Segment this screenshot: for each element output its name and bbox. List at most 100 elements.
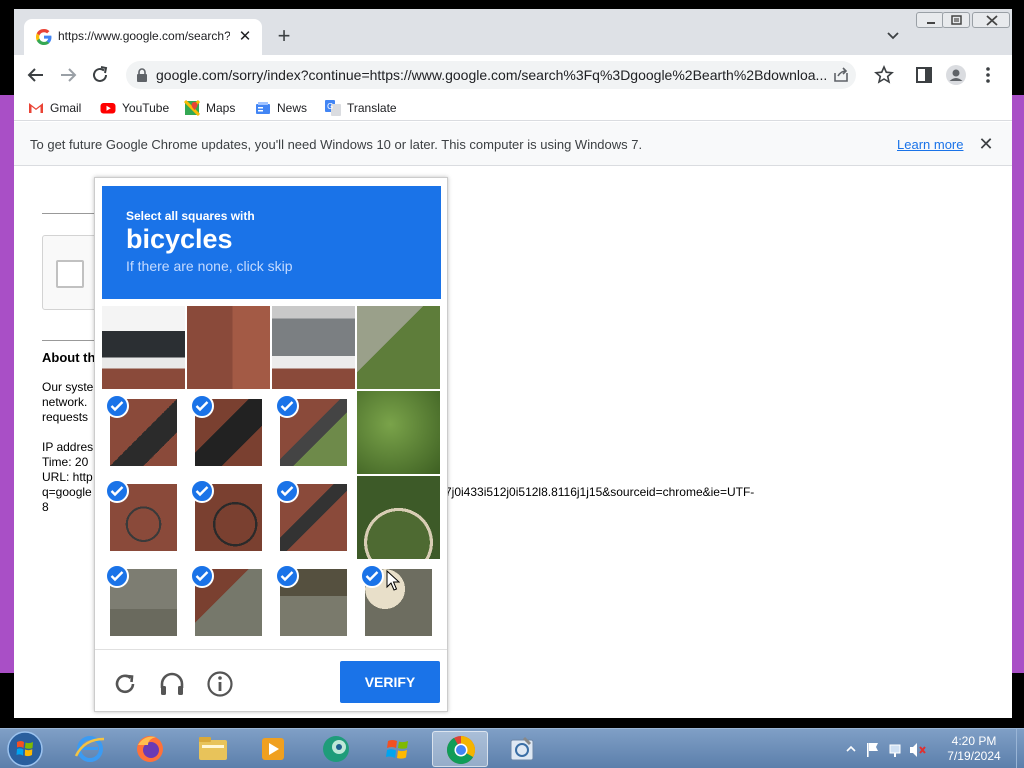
share-icon[interactable]	[832, 67, 850, 83]
taskbar-app[interactable]	[308, 731, 364, 767]
windows-start-button[interactable]	[4, 730, 46, 768]
google-favicon-icon	[36, 29, 52, 45]
taskbar-tools[interactable]	[494, 731, 550, 767]
bookmark-maps[interactable]: Maps	[184, 100, 244, 116]
captcha-hint: If there are none, click skip	[126, 258, 293, 274]
about-text-1: Our syste	[42, 380, 94, 394]
bookmark-star-icon[interactable]	[872, 63, 896, 87]
close-window-icon	[986, 15, 998, 26]
infobar-close-icon[interactable]: ✕	[976, 134, 996, 154]
captcha-tile[interactable]	[357, 476, 440, 559]
tray-expand-icon[interactable]	[846, 745, 856, 752]
reload-icon[interactable]	[88, 63, 112, 87]
bookmark-label: YouTube	[122, 101, 170, 115]
desktop-wallpaper-right	[1010, 95, 1024, 673]
bookmark-label: Maps	[206, 101, 236, 115]
taskbar-media-player[interactable]	[245, 731, 301, 767]
recaptcha-widget	[42, 235, 102, 310]
taskbar-windows-update[interactable]	[370, 731, 426, 767]
captcha-tile-image	[357, 306, 440, 389]
url-query-text: q=google	[42, 485, 92, 499]
checkmark-icon	[105, 479, 129, 503]
bookmark-translate[interactable]: G Translate	[325, 100, 405, 116]
show-desktop-button[interactable]	[1016, 729, 1024, 768]
recaptcha-checkbox[interactable]	[56, 260, 84, 288]
captcha-instruction: Select all squares with	[126, 209, 255, 223]
checkmark-icon	[190, 394, 214, 418]
checkmark-icon	[275, 564, 299, 588]
captcha-tile[interactable]	[187, 306, 270, 389]
side-panel-icon[interactable]	[912, 63, 936, 87]
profile-avatar-icon[interactable]	[944, 63, 968, 87]
toolbar: google.com/sorry/index?continue=https://…	[14, 55, 1012, 95]
ip-address-text: IP addres	[42, 440, 94, 454]
tab-title: https://www.google.com/search?	[58, 29, 230, 43]
about-text-2: network.	[42, 395, 88, 409]
bookmark-youtube[interactable]: YouTube	[100, 100, 176, 116]
url-label-text: URL: http	[42, 470, 93, 484]
taskbar: 4:20 PM 7/19/2024	[0, 728, 1024, 768]
news-icon	[256, 102, 270, 114]
tab-search-chevron-icon[interactable]	[884, 28, 902, 44]
address-bar[interactable]: google.com/sorry/index?continue=https://…	[126, 61, 856, 89]
taskbar-internet-explorer[interactable]	[62, 731, 118, 767]
taskbar-file-explorer[interactable]	[185, 731, 241, 767]
checkmark-icon	[275, 479, 299, 503]
taskbar-clock[interactable]: 4:20 PM 7/19/2024	[932, 734, 1016, 764]
forward-arrow-icon[interactable]	[56, 63, 80, 87]
back-arrow-icon[interactable]	[24, 63, 48, 87]
update-infobar: To get future Google Chrome updates, you…	[14, 122, 1012, 166]
bookmarks-bar: Gmail YouTube Maps News G Translate	[14, 95, 1012, 121]
bookmark-news[interactable]: News	[255, 100, 315, 116]
tab-close-icon[interactable]: ✕	[236, 28, 254, 46]
clock-date: 7/19/2024	[947, 749, 1001, 763]
tab-strip: https://www.google.com/search? ✕ +	[14, 9, 1012, 55]
url-text[interactable]: google.com/sorry/index?continue=https://…	[156, 67, 828, 83]
taskbar-firefox[interactable]	[122, 731, 178, 767]
url-query-end-text: 8	[42, 500, 49, 514]
captcha-tile-image	[357, 476, 440, 559]
verify-button[interactable]: VERIFY	[340, 661, 440, 703]
checkmark-icon	[275, 394, 299, 418]
network-icon[interactable]	[889, 744, 901, 757]
app-icon	[323, 736, 349, 762]
lock-icon[interactable]	[135, 67, 149, 83]
taskbar-chrome[interactable]	[432, 731, 488, 767]
system-tray	[846, 743, 926, 757]
checkmark-icon	[105, 564, 129, 588]
captcha-tile[interactable]	[102, 306, 185, 389]
clock-time: 4:20 PM	[951, 734, 997, 748]
new-tab-button[interactable]: +	[272, 25, 296, 49]
captcha-tile[interactable]	[272, 306, 355, 389]
minimize-button[interactable]	[916, 12, 944, 28]
windows-flag-icon	[386, 740, 408, 759]
close-window-button[interactable]	[972, 12, 1010, 28]
checkmark-icon	[105, 394, 129, 418]
bookmark-label: News	[277, 101, 308, 115]
active-tab[interactable]: https://www.google.com/search? ✕	[24, 19, 262, 55]
youtube-icon	[100, 103, 116, 114]
captcha-tile-image	[102, 306, 185, 389]
bookmark-gmail[interactable]: Gmail	[28, 100, 88, 116]
menu-kebab-icon[interactable]	[976, 63, 1000, 87]
learn-more-link[interactable]: Learn more	[897, 137, 963, 152]
audio-challenge-icon[interactable]	[158, 670, 186, 698]
info-icon[interactable]	[206, 670, 234, 698]
captcha-tile-image	[357, 391, 440, 474]
internet-explorer-icon	[74, 736, 105, 762]
bookmark-label: Gmail	[50, 101, 82, 115]
divider	[42, 213, 102, 214]
action-center-flag-icon[interactable]	[867, 743, 878, 757]
captcha-tile[interactable]	[357, 306, 440, 389]
translate-icon: G	[325, 100, 341, 116]
maximize-button[interactable]	[942, 12, 970, 28]
captcha-tile[interactable]	[357, 391, 440, 474]
time-text: Time: 20	[42, 455, 89, 469]
chrome-icon	[447, 736, 475, 764]
volume-muted-icon[interactable]	[910, 743, 926, 757]
infobar-message: To get future Google Chrome updates, you…	[30, 137, 643, 152]
reload-challenge-icon[interactable]	[111, 670, 139, 698]
about-text-3: requests	[42, 410, 89, 424]
svg-text:G: G	[327, 102, 333, 111]
url-tail-text: 7j0i433i512j0i512l8.8116j1j15&sourceid=c…	[445, 485, 755, 499]
